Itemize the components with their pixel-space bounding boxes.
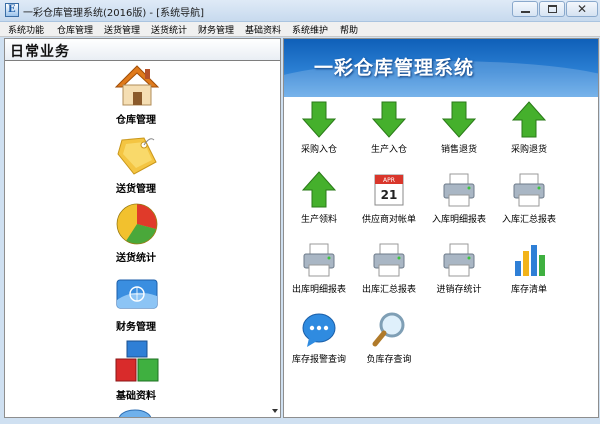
sidebar-item-label: 仓库管理 bbox=[116, 115, 156, 126]
func-label: 生产领料 bbox=[300, 215, 337, 225]
house-icon bbox=[114, 65, 160, 106]
maximize-icon bbox=[548, 5, 557, 13]
menu-basic-data[interactable]: 基础资料 bbox=[245, 23, 281, 36]
func-inbound-detail-report[interactable]: 入库明细报表 bbox=[424, 171, 494, 231]
bank-card-icon bbox=[116, 279, 158, 309]
window-title: 一彩仓库管理系统(2016版) - [系统导航] bbox=[23, 8, 205, 19]
func-label: 库存清单 bbox=[510, 285, 547, 295]
printer-icon bbox=[443, 243, 475, 277]
green-arrow-down-icon bbox=[301, 101, 337, 138]
calendar-month: APR bbox=[383, 177, 395, 184]
menu-delivery-statistics[interactable]: 送货统计 bbox=[151, 23, 187, 36]
close-button[interactable]: ✕ bbox=[566, 1, 598, 17]
maximize-button[interactable] bbox=[539, 1, 565, 17]
magnifier-icon bbox=[372, 312, 405, 347]
func-production-picking[interactable]: 生产领料 bbox=[284, 171, 354, 231]
menu-help[interactable]: 帮助 bbox=[340, 23, 358, 36]
func-outbound-detail-report[interactable]: 出库明细报表 bbox=[284, 241, 354, 301]
printer-icon bbox=[373, 243, 405, 277]
green-arrow-up-icon bbox=[301, 171, 337, 208]
sidebar-item-label: 送货管理 bbox=[116, 184, 156, 195]
func-label: 供应商对帐单 bbox=[361, 215, 416, 225]
func-label: 采购退货 bbox=[510, 145, 547, 155]
func-label: 生产入仓 bbox=[370, 145, 407, 155]
func-purchase-in[interactable]: 采购入仓 bbox=[284, 101, 354, 161]
printer-icon bbox=[513, 173, 545, 207]
close-icon: ✕ bbox=[577, 2, 588, 16]
green-arrow-up-icon bbox=[511, 101, 547, 138]
sidebar-item-label: 送货统计 bbox=[116, 253, 156, 264]
sidebar-title: 日常业务 bbox=[10, 44, 70, 60]
func-label: 采购入仓 bbox=[300, 145, 337, 155]
price-tag-icon bbox=[117, 137, 157, 175]
globe-icon bbox=[118, 409, 152, 417]
func-stock-list[interactable]: 库存清单 bbox=[494, 241, 564, 301]
func-outbound-summary-report[interactable]: 出库汇总报表 bbox=[354, 241, 424, 301]
main-panel: 一彩仓库管理系统 采购入仓 生产入仓 销售退货 采购退货 生产领料 APR 21… bbox=[283, 38, 599, 418]
func-production-in[interactable]: 生产入仓 bbox=[354, 101, 424, 161]
sidebar-item-label: 财务管理 bbox=[116, 322, 156, 333]
sidebar-panel: 日常业务 仓库管理 送货管理 送货统计 财务管理 基础资料 bbox=[4, 38, 281, 418]
menu-delivery-management[interactable]: 送货管理 bbox=[104, 23, 140, 36]
sidebar-item-finance[interactable]: 财务管理 bbox=[101, 270, 171, 338]
func-label: 入库明细报表 bbox=[431, 215, 486, 225]
func-label: 出库明细报表 bbox=[291, 285, 346, 295]
title-bar: E 一彩仓库管理系统(2016版) - [系统导航] ✕ bbox=[0, 0, 600, 22]
pie-chart-icon bbox=[116, 203, 158, 245]
func-label: 出库汇总报表 bbox=[361, 285, 416, 295]
sidebar-item-delivery-stats[interactable]: 送货统计 bbox=[101, 201, 171, 269]
menu-bar: 系统功能 仓库管理 送货管理 送货统计 财务管理 基础资料 系统维护 帮助 bbox=[0, 22, 600, 37]
func-sales-return[interactable]: 销售退货 bbox=[424, 101, 494, 161]
func-label: 销售退货 bbox=[440, 145, 477, 155]
blocks-icon bbox=[115, 340, 159, 382]
minimize-button[interactable] bbox=[512, 1, 538, 17]
bar-chart-icon bbox=[515, 245, 545, 276]
app-icon[interactable]: E bbox=[5, 3, 19, 17]
sidebar-item-delivery[interactable]: 送货管理 bbox=[101, 132, 171, 200]
chat-bubble-icon bbox=[302, 313, 336, 347]
func-inventory-statistics[interactable]: 进销存统计 bbox=[424, 241, 494, 301]
sidebar-item-warehouse[interactable]: 仓库管理 bbox=[101, 63, 171, 131]
func-purchase-return[interactable]: 采购退货 bbox=[494, 101, 564, 161]
func-label: 库存报警查询 bbox=[291, 355, 346, 365]
green-arrow-down-icon bbox=[371, 101, 407, 138]
func-label: 进销存统计 bbox=[436, 285, 482, 295]
sidebar-item-basic-data[interactable]: 基础资料 bbox=[101, 339, 171, 407]
menu-finance-management[interactable]: 财务管理 bbox=[198, 23, 234, 36]
banner-title: 一彩仓库管理系统 bbox=[314, 57, 475, 79]
app-icon-letter: E bbox=[8, 4, 16, 15]
func-negative-stock-query[interactable]: 负库存查询 bbox=[354, 311, 424, 371]
banner: 一彩仓库管理系统 bbox=[284, 39, 598, 97]
printer-icon bbox=[303, 243, 335, 277]
scroll-down-button[interactable] bbox=[269, 405, 280, 417]
calendar-day: 21 bbox=[381, 188, 398, 202]
menu-system-maintenance[interactable]: 系统维护 bbox=[292, 23, 328, 36]
printer-icon bbox=[443, 173, 475, 207]
chevron-down-icon bbox=[272, 409, 278, 413]
menu-system-functions[interactable]: 系统功能 bbox=[8, 23, 44, 36]
func-label: 入库汇总报表 bbox=[501, 215, 556, 225]
menu-warehouse-management[interactable]: 仓库管理 bbox=[57, 23, 93, 36]
green-arrow-down-icon bbox=[441, 101, 477, 138]
func-inbound-summary-report[interactable]: 入库汇总报表 bbox=[494, 171, 564, 231]
minimize-icon bbox=[521, 11, 530, 13]
calendar-icon: APR 21 bbox=[374, 174, 404, 206]
func-supplier-statement[interactable]: APR 21 供应商对帐单 bbox=[354, 171, 424, 231]
func-label: 负库存查询 bbox=[366, 355, 412, 365]
status-bar bbox=[0, 419, 600, 424]
sidebar-item-label: 基础资料 bbox=[116, 391, 156, 402]
func-stock-alert-query[interactable]: 库存报警查询 bbox=[284, 311, 354, 371]
sidebar-header: 日常业务 bbox=[5, 39, 280, 61]
